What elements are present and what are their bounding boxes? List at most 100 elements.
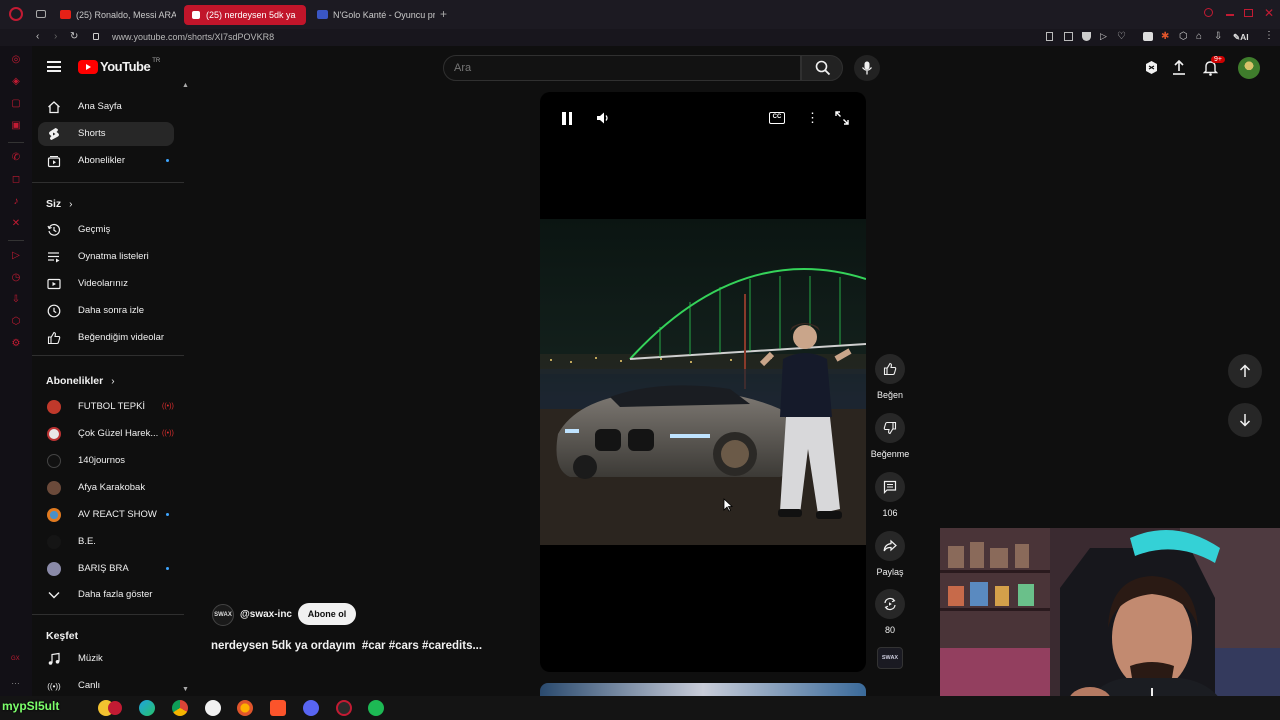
next-short-preview[interactable] — [540, 683, 866, 696]
tab-kante[interactable]: N'Golo Kanté - Oyuncu pr — [311, 5, 435, 25]
shorts-player[interactable]: CC ⋮ — [540, 92, 866, 672]
back-icon[interactable]: ‹ — [36, 31, 39, 42]
create-icon[interactable] — [1144, 60, 1159, 75]
search-button[interactable] — [801, 55, 843, 81]
remix-button[interactable] — [875, 589, 905, 619]
messenger-icon[interactable]: ▢ — [10, 98, 22, 110]
ext-box-icon[interactable]: ⌂ — [1196, 31, 1202, 42]
next-short-button[interactable] — [1228, 403, 1262, 437]
sidebar-channel-cok-guzel[interactable]: Çok Güzel Harek... ((•)) — [38, 422, 174, 446]
pin-icon[interactable] — [1046, 32, 1053, 41]
sidebar-item-home[interactable]: Ana Sayfa — [38, 95, 174, 119]
edge-icon[interactable] — [139, 700, 155, 716]
sidebar-channel-av-react[interactable]: AV REACT SHOW — [38, 503, 174, 527]
account-avatar[interactable] — [1238, 57, 1260, 79]
brave-icon[interactable] — [270, 700, 286, 716]
channel-avatar[interactable]: SWAX — [212, 604, 234, 626]
subscribe-button[interactable]: Abone ol — [298, 603, 356, 625]
sidebar-channel-futbol-tepki[interactable]: FUTBOL TEPKİ ((•)) — [38, 395, 174, 419]
search-box[interactable] — [443, 55, 801, 81]
forward-icon[interactable]: › — [54, 31, 57, 42]
opera-logo-icon[interactable] — [9, 7, 23, 21]
settings-sidebar-icon[interactable]: ⚙ — [10, 338, 22, 350]
captions-icon[interactable]: CC — [769, 112, 785, 124]
snapshot-icon[interactable] — [1064, 32, 1073, 41]
gx-corner-icon[interactable]: GX — [11, 656, 20, 662]
spotify-icon[interactable] — [368, 700, 384, 716]
heart-icon[interactable]: ♡ — [1117, 31, 1126, 42]
more-sidebar-icon[interactable]: … — [11, 676, 20, 686]
instagram-icon[interactable]: ◻ — [10, 174, 22, 186]
sidebar-channel-140journos[interactable]: 140journos — [38, 449, 174, 473]
whatsapp-icon[interactable]: ✆ — [10, 152, 22, 164]
aria-icon[interactable]: ◎ — [10, 54, 22, 66]
tab-nerdeysen[interactable]: (25) nerdeysen 5dk ya — [184, 5, 306, 25]
share-action[interactable]: Paylaş — [870, 531, 910, 577]
sidebar-item-history[interactable]: Geçmiş — [38, 218, 174, 242]
extensions-sidebar-icon[interactable]: ⬡ — [10, 316, 22, 328]
pause-icon[interactable] — [561, 112, 573, 125]
channel-handle[interactable]: @swax-inc — [240, 609, 292, 620]
more-options-icon[interactable]: ⋮ — [806, 110, 819, 126]
tab-ronaldo[interactable]: (25) Ronaldo, Messi ARAB — [54, 5, 176, 25]
upload-icon[interactable] — [1172, 59, 1186, 80]
sidebar-item-playlists[interactable]: Oynatma listeleri — [38, 245, 174, 269]
tab-menu-icon[interactable] — [36, 10, 46, 18]
minimize-icon[interactable] — [1226, 14, 1234, 16]
tiktok-icon[interactable]: ♪ — [10, 196, 22, 208]
sidebar-item-live[interactable]: ((•)) Canlı — [38, 674, 174, 698]
x-twitter-icon[interactable]: ✕ — [10, 218, 22, 230]
like-button[interactable] — [875, 354, 905, 384]
ext-gallery-icon[interactable] — [1143, 32, 1153, 41]
app-gx-icon[interactable] — [108, 701, 122, 715]
sidebar-item-watch-later[interactable]: Daha sonra izle — [38, 299, 174, 323]
ext-puzzle-icon[interactable]: ⬡ — [1179, 31, 1188, 42]
history-sidebar-icon[interactable]: ◷ — [10, 272, 22, 284]
browser-menu-icon[interactable]: ⋮ — [1264, 30, 1274, 41]
sidebar-item-liked-videos[interactable]: Beğendiğim videolar — [38, 326, 174, 350]
sidebar-channel-be[interactable]: B.E. — [38, 530, 174, 554]
vk-icon[interactable]: ▣ — [10, 120, 22, 132]
notifications-button[interactable]: 9+ — [1202, 56, 1225, 76]
chrome-icon[interactable] — [172, 700, 188, 716]
discord-icon[interactable] — [303, 700, 319, 716]
fullscreen-icon[interactable] — [835, 111, 849, 130]
like-action[interactable]: Beğen — [870, 354, 910, 400]
search-tabs-icon[interactable] — [1204, 8, 1213, 17]
remix-action[interactable]: 80 — [870, 589, 910, 635]
volume-icon[interactable] — [596, 111, 610, 130]
player-icon[interactable]: ▷ — [1100, 31, 1107, 42]
downloads-sidebar-icon[interactable]: ⇩ — [10, 294, 22, 306]
player-sidebar-icon[interactable]: ▷ — [10, 250, 22, 262]
close-window-icon[interactable]: ✕ — [1264, 6, 1274, 20]
sidebar-section-subscriptions[interactable]: Abonelikler › — [46, 375, 115, 387]
sidebar-item-music[interactable]: Müzik — [38, 647, 174, 671]
comments-action[interactable]: 106 — [870, 472, 910, 518]
yandex-icon[interactable] — [205, 700, 221, 716]
sidebar-section-you[interactable]: Siz › — [46, 198, 73, 210]
comments-button[interactable] — [875, 472, 905, 502]
ext-flame-icon[interactable]: ✱ — [1161, 31, 1169, 42]
voice-search-button[interactable] — [854, 55, 880, 81]
downloads-icon[interactable]: ⇩ — [1214, 31, 1222, 42]
previous-short-button[interactable] — [1228, 354, 1262, 388]
sidebar-show-more[interactable]: Daha fazla göster — [38, 583, 174, 607]
sidebar-item-subscriptions[interactable]: Abonelikler — [38, 149, 174, 173]
url-field[interactable]: www.youtube.com/shorts/XI7sdPOVKR8 — [112, 32, 274, 42]
sidebar-item-your-videos[interactable]: Videolarınız — [38, 272, 174, 296]
restore-icon[interactable] — [1244, 9, 1253, 17]
sidebar-item-shorts[interactable]: Shorts — [38, 122, 174, 146]
opera-gx-icon[interactable] — [336, 700, 352, 716]
reload-icon[interactable]: ↻ — [70, 31, 78, 42]
sidebar-scroll-up-icon[interactable]: ▲ — [182, 82, 189, 89]
new-tab-button[interactable]: + — [440, 7, 447, 21]
sound-thumbnail[interactable]: SWAX — [877, 647, 903, 669]
dislike-button[interactable] — [875, 413, 905, 443]
aria-ai-button[interactable]: ✎AI — [1233, 32, 1249, 43]
sidebar-channel-baris-bra[interactable]: BARIŞ BRA — [38, 557, 174, 581]
firefox-icon[interactable] — [237, 700, 253, 716]
crypto-wallet-icon[interactable]: ◈ — [10, 76, 22, 88]
dislike-action[interactable]: Beğenme — [870, 413, 910, 459]
sidebar-scroll-down-icon[interactable]: ▼ — [182, 686, 189, 693]
short-title[interactable]: nerdeysen 5dk ya ordayım #car #cars #car… — [211, 640, 482, 652]
